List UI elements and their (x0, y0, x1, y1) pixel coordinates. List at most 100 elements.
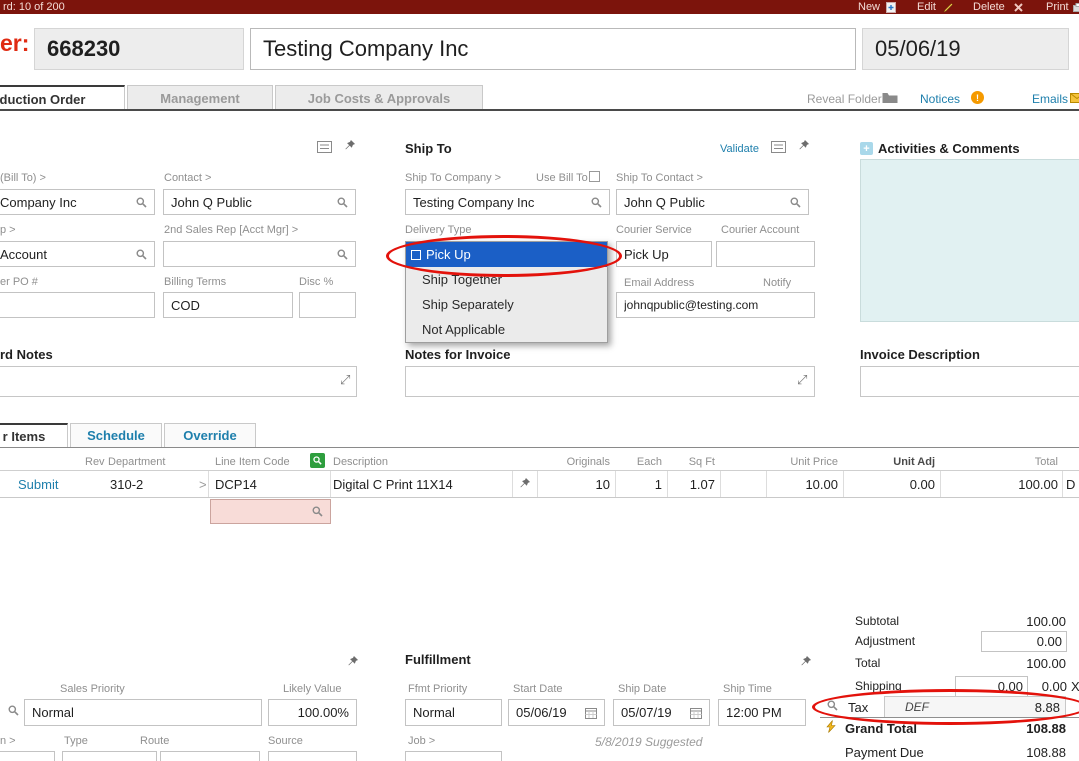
expand-icon[interactable]: ⤢ (797, 374, 807, 387)
source-field[interactable] (268, 751, 357, 761)
submit-link[interactable]: Submit (18, 477, 58, 492)
emails-link[interactable]: Emails (1032, 92, 1068, 106)
tab-schedule[interactable]: Schedule (70, 423, 162, 448)
pin-icon[interactable] (346, 655, 359, 671)
edit-button[interactable]: Edit (917, 1, 936, 13)
start-date-field[interactable]: 05/06/19 (508, 699, 605, 726)
search-icon[interactable] (827, 700, 838, 714)
print-icon[interactable] (1073, 3, 1079, 15)
tab-production-order[interactable]: duction Order (0, 85, 125, 111)
email-address-field[interactable]: johnqpublic@testing.com (616, 292, 815, 318)
ship-to-contact-field[interactable]: John Q Public (616, 189, 809, 215)
notify-label: Notify (763, 277, 792, 289)
row-line-item-code[interactable]: DCP14 (215, 477, 257, 492)
ship-time-field[interactable]: 12:00 PM (718, 699, 806, 726)
dropdown-option-not-applicable[interactable]: Not Applicable (406, 317, 607, 342)
validate-link[interactable]: Validate (720, 143, 759, 155)
shipping-value: 0.00 (1041, 679, 1067, 694)
likely-value-field[interactable]: 100.00% (268, 699, 357, 726)
row-description[interactable]: Digital C Print 11X14 (333, 477, 453, 492)
row-unit-adj[interactable]: 0.00 (875, 477, 935, 492)
billing-terms-label: Billing Terms (164, 276, 227, 288)
row-department[interactable]: 310-2 (110, 477, 143, 492)
search-icon-green[interactable] (310, 453, 325, 468)
tab-order-items[interactable]: r Items (0, 423, 68, 448)
pin-icon[interactable] (343, 139, 356, 155)
print-button[interactable]: Print (1046, 1, 1069, 13)
calendar-icon[interactable] (585, 707, 597, 719)
row-originals[interactable]: 10 (560, 477, 610, 492)
emails-icon[interactable] (1070, 92, 1079, 106)
search-icon[interactable] (136, 197, 147, 208)
order-date-field[interactable]: 05/06/19 (862, 28, 1069, 70)
bill-to-company-field[interactable]: Company Inc (0, 189, 155, 215)
tax-code[interactable]: DEF (905, 700, 929, 714)
tab-job-costs[interactable]: Job Costs & Approvals (275, 85, 483, 111)
delete-button[interactable]: Delete (973, 1, 1005, 13)
header-underline (0, 470, 1079, 471)
courier-service-field[interactable]: Pick Up (616, 241, 712, 267)
row-unit-price[interactable]: 10.00 (778, 477, 838, 492)
pin-icon[interactable] (797, 139, 810, 155)
edit-icon[interactable] (943, 2, 954, 16)
note-icon[interactable] (317, 141, 332, 156)
pin-icon[interactable] (799, 655, 812, 671)
row-sq-ft[interactable]: 1.07 (665, 477, 715, 492)
search-icon[interactable] (790, 197, 801, 208)
row-each[interactable]: 1 (622, 477, 662, 492)
note-icon[interactable] (771, 141, 786, 156)
search-icon[interactable] (8, 705, 19, 719)
activities-textarea[interactable] (860, 159, 1079, 322)
search-icon[interactable] (312, 506, 323, 517)
order-number-field[interactable]: 668230 (34, 28, 244, 70)
calendar-icon[interactable] (690, 707, 702, 719)
job-field[interactable] (405, 751, 502, 761)
customer-po-field[interactable] (0, 292, 155, 318)
sales-priority-field[interactable]: Normal (24, 699, 262, 726)
activities-header: Activities & Comments (878, 141, 1020, 156)
pin-icon[interactable] (518, 477, 531, 493)
salesman-field[interactable] (0, 751, 55, 761)
invoice-description-textarea[interactable] (860, 366, 1079, 397)
warning-icon[interactable]: ! (971, 91, 984, 104)
folder-icon[interactable] (882, 92, 898, 107)
courier-service-label: Courier Service (616, 224, 692, 236)
courier-account-field[interactable] (716, 241, 815, 267)
order-notes-textarea[interactable] (0, 366, 357, 397)
sales-rep-field[interactable]: Account (0, 241, 155, 267)
invoice-notes-textarea[interactable] (405, 366, 815, 397)
sales-rep2-field[interactable] (163, 241, 356, 267)
notices-link[interactable]: Notices (920, 92, 960, 106)
new-line-item-field[interactable] (210, 499, 331, 524)
dropdown-option-ship-separately[interactable]: Ship Separately (406, 292, 607, 317)
ship-to-company-field[interactable]: Testing Company Inc (405, 189, 610, 215)
use-bill-to-checkbox[interactable] (589, 171, 600, 182)
search-icon[interactable] (337, 249, 348, 260)
tab-management[interactable]: Management (127, 85, 273, 111)
search-icon[interactable] (591, 197, 602, 208)
company-name-field[interactable]: Testing Company Inc (250, 28, 856, 70)
dropdown-option-pick-up[interactable]: Pick Up (406, 242, 607, 267)
search-icon[interactable] (337, 197, 348, 208)
route-field[interactable] (160, 751, 260, 761)
billing-terms-field[interactable]: COD (163, 292, 293, 318)
tab-override[interactable]: Override (164, 423, 256, 448)
total-label: Total (855, 656, 881, 670)
reveal-folder-button[interactable]: Reveal Folder (807, 92, 882, 106)
disc-field[interactable] (299, 292, 356, 318)
delete-icon[interactable] (1014, 3, 1023, 15)
search-icon[interactable] (136, 249, 147, 260)
source-label: Source (268, 735, 303, 747)
ship-date-field[interactable]: 05/07/19 (613, 699, 710, 726)
new-icon[interactable] (886, 2, 896, 16)
bill-to-contact-field[interactable]: John Q Public (163, 189, 356, 215)
ffmt-priority-field[interactable]: Normal (405, 699, 502, 726)
tax-field[interactable]: DEF 8.88 (884, 696, 1066, 718)
shipping-label: Shipping (855, 679, 902, 693)
expand-icon[interactable]: ⤢ (340, 374, 350, 387)
shipping-field[interactable]: 0.00 (955, 676, 1028, 697)
adjustment-field[interactable]: 0.00 (981, 631, 1067, 652)
new-button[interactable]: New (858, 1, 880, 13)
type-field[interactable] (62, 751, 157, 761)
dropdown-option-ship-together[interactable]: Ship Together (406, 267, 607, 292)
